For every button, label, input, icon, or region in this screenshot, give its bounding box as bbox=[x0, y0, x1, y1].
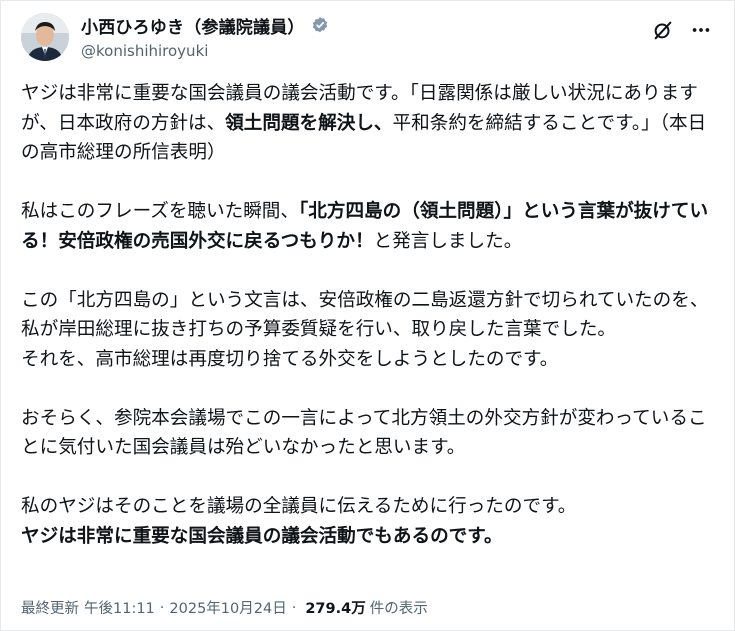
more-options-icon[interactable] bbox=[688, 17, 714, 43]
text-segment: 私はこのフレーズを聴いた瞬間、 bbox=[21, 201, 299, 222]
post-paragraph: 私のヤジはそのことを議場の全議員に伝えるために行ったのです。 ヤジは非常に重要な… bbox=[21, 492, 721, 551]
meta-separator: · bbox=[291, 599, 297, 616]
post-paragraph: ヤジは非常に重要な国会議員の議会活動です。「日露関係は厳しい状況にありますが、日… bbox=[21, 79, 721, 168]
grok-icon[interactable] bbox=[650, 17, 676, 43]
post-time[interactable]: 午後11:11 bbox=[84, 597, 155, 618]
text-segment: と発言しました。 bbox=[373, 230, 523, 252]
post-meta: 最終更新 午後11:11 · 2025年10月24日 · 279.4万 件の表示 bbox=[21, 597, 428, 618]
author-handle[interactable]: @konishihiroyuki bbox=[81, 42, 329, 60]
post-paragraph: 私はこのフレーズを聴いた瞬間、「北方四島の（領土問題）」という言葉が抜けている！… bbox=[21, 197, 721, 256]
text-segment: 私のヤジはそのことを議場の全議員に伝えるために行ったのです。 bbox=[21, 496, 577, 517]
post-card: 小西ひろゆき（参議院議員） @konishihiroyuki ヤジは非常に重要な… bbox=[0, 0, 735, 631]
post-paragraph: この「北方四島の」という文言は、安倍政権の二島返還方針で切られていたのを、私が岸… bbox=[21, 286, 721, 375]
author-display-name[interactable]: 小西ひろゆき（参議院議員） bbox=[81, 13, 305, 38]
post-header: 小西ひろゆき（参議院議員） @konishihiroyuki bbox=[21, 11, 718, 67]
views-label: 件の表示 bbox=[369, 601, 428, 617]
meta-separator: · bbox=[159, 599, 165, 616]
avatar-image bbox=[21, 13, 69, 61]
text-segment: この「北方四島の」という文言は、安倍政権の二島返還方針で切られていたのを、私が岸… bbox=[21, 289, 709, 370]
text-segment: おそらく、参院本会議場でこの一言によって北方領土の外交方針が変わっていることに気… bbox=[21, 407, 707, 459]
post-paragraph: おそらく、参院本会議場でこの一言によって北方領土の外交方針が変わっていることに気… bbox=[21, 404, 721, 463]
avatar[interactable] bbox=[21, 13, 69, 61]
post-date[interactable]: 2025年10月24日 bbox=[169, 597, 286, 618]
bold-text-segment: ヤジは非常に重要な国会議員の議会活動でもあるのです。 bbox=[21, 525, 503, 547]
views-count[interactable]: 279.4万 bbox=[305, 597, 365, 618]
verified-badge-icon bbox=[311, 16, 329, 34]
post-text: ヤジは非常に重要な国会議員の議会活動です。「日露関係は厳しい状況にありますが、日… bbox=[21, 79, 721, 551]
bold-text-segment: 領土問題を解決し、 bbox=[225, 112, 393, 134]
last-updated-label[interactable]: 最終更新 bbox=[21, 597, 79, 618]
